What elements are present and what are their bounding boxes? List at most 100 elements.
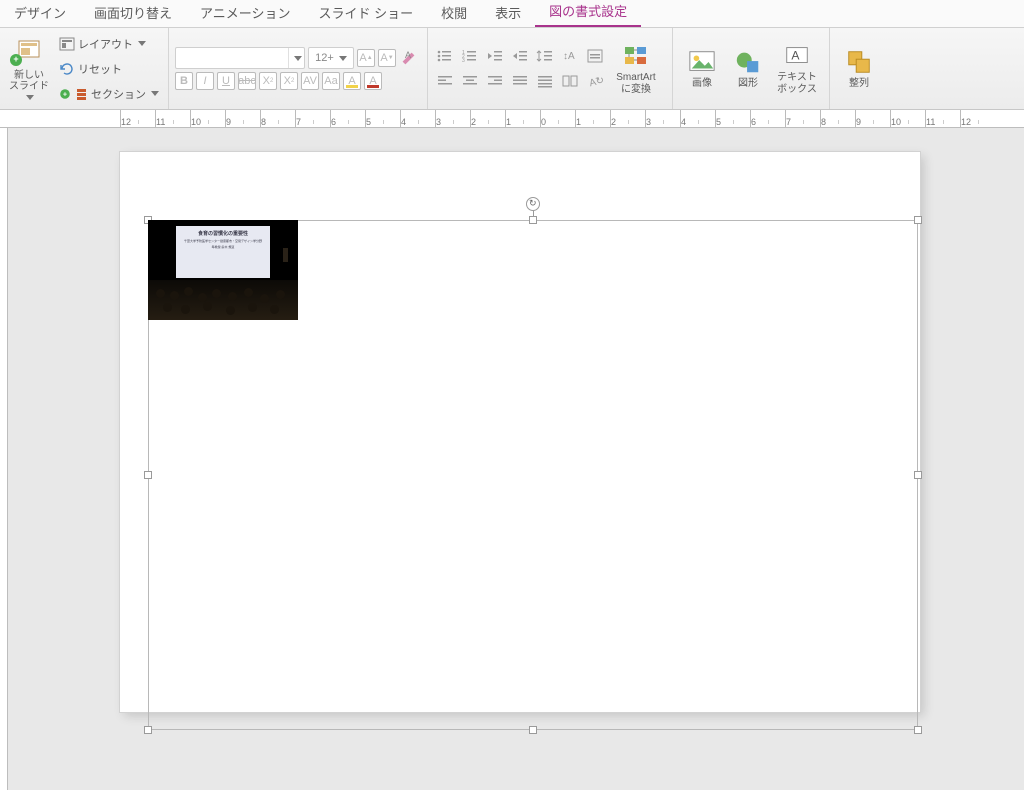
section-label: セクション [91,86,146,102]
reset-button[interactable]: リセット [56,58,162,80]
tab-slideshow[interactable]: スライド ショー [305,0,428,27]
tab-design[interactable]: デザイン [0,0,80,27]
font-size-value: 12+ [315,52,334,64]
new-slide-label: 新しい スライド [9,70,49,93]
shapes-icon [734,48,762,76]
arrange-icon [845,48,873,76]
resize-handle-ml[interactable] [144,471,152,479]
tab-animations[interactable]: アニメーション [186,0,304,27]
smartart-label: SmartArt に変換 [616,72,655,95]
chevron-down-icon [294,56,302,61]
svg-text:↕A: ↕A [563,51,575,62]
character-spacing-button[interactable]: AV [301,72,319,90]
decrease-indent-button[interactable] [484,45,506,67]
arrange-label: 整列 [849,78,869,90]
tab-view[interactable]: 表示 [481,0,535,27]
group-insert: 画像 図形 A テキスト ボックス [673,28,830,109]
new-slide-button[interactable]: + 新しい スライド [6,32,52,106]
svg-text:A: A [791,49,800,63]
ribbon: + 新しい スライド レイアウト リセット + セクション [0,28,1024,110]
text-direction-button[interactable]: ↕A [559,45,581,67]
group-paragraph: 123 ↕A A↻ SmartArt に変換 [428,28,673,109]
layout-label: レイアウト [78,36,133,52]
highlight-button[interactable]: A [343,72,361,90]
picture-audience [148,280,298,320]
group-arrange: 整列 [830,28,888,109]
group-slides: + 新しい スライド レイアウト リセット + セクション [0,28,169,109]
ribbon-tabstrip: デザイン 画面切り替え アニメーション スライド ショー 校閲 表示 図の書式設… [0,0,1024,28]
resize-handle-tr[interactable] [914,216,922,224]
bullets-button[interactable] [434,45,456,67]
align-left-button[interactable] [434,70,456,92]
picture-projected-screen: 食育の習慣化の重要性 千葉大学予防医学センター健康都市・空間デザイン学分野 準教… [176,226,270,278]
textbox-button[interactable]: A テキスト ボックス [771,32,823,106]
text-rotation-button[interactable]: A↻ [584,70,606,92]
reset-label: リセット [78,61,122,77]
tab-picture-format[interactable]: 図の書式設定 [535,0,641,27]
convert-to-smartart-button[interactable]: SmartArt に変換 [606,32,666,106]
textbox-icon: A [783,42,811,70]
underline-button[interactable]: U [217,72,235,90]
align-text-button[interactable] [584,45,606,67]
shapes-button[interactable]: 図形 [725,32,771,106]
rotation-handle[interactable] [526,197,540,211]
vertical-ruler[interactable] [0,128,8,790]
numbering-button[interactable]: 123 [459,45,481,67]
bold-button[interactable]: B [175,72,193,90]
font-size-selector[interactable]: 12+ [308,47,354,69]
change-case-button[interactable]: Aa [322,72,340,90]
subscript-button[interactable]: X2 [280,72,298,90]
superscript-button[interactable]: X2 [259,72,277,90]
picture-button[interactable]: 画像 [679,32,725,106]
svg-text:A: A [405,50,411,60]
font-selector[interactable] [175,47,305,69]
svg-text:3: 3 [462,58,465,64]
section-icon [74,87,88,101]
group-font: 12+ A▲ A▼ A B I U abc X2 X2 AV Aa A A [169,28,428,109]
slide-canvas[interactable]: 食育の習慣化の重要性 千葉大学予防医学センター健康都市・空間デザイン学分野 準教… [120,152,920,712]
picture-label: 画像 [692,78,712,90]
italic-button[interactable]: I [196,72,214,90]
reset-icon [59,62,75,76]
resize-handle-mr[interactable] [914,471,922,479]
plus-icon: + [60,89,70,99]
align-center-button[interactable] [459,70,481,92]
clear-formatting-button[interactable]: A [399,47,421,69]
inserted-picture[interactable]: 食育の習慣化の重要性 千葉大学予防医学センター健康都市・空間デザイン学分野 準教… [148,220,298,320]
chevron-down-icon [151,91,159,96]
align-right-button[interactable] [484,70,506,92]
picture-screen-title: 食育の習慣化の重要性 [198,230,248,237]
picture-icon [688,48,716,76]
resize-handle-tm[interactable] [529,216,537,224]
smartart-icon [622,42,650,70]
horizontal-ruler[interactable]: 1211109876543210123456789101112 [120,110,1024,128]
picture-speaker [283,248,288,262]
line-spacing-button[interactable] [534,45,556,67]
chevron-down-icon [138,41,146,46]
columns-button[interactable] [559,70,581,92]
ruler-corner [0,110,120,128]
arrange-button[interactable]: 整列 [836,32,882,106]
layout-button[interactable]: レイアウト [56,33,162,55]
section-button[interactable]: + セクション [56,83,162,105]
increase-font-button[interactable]: A▲ [357,49,375,67]
plus-icon: + [10,54,22,66]
resize-handle-bl[interactable] [144,726,152,734]
increase-indent-button[interactable] [509,45,531,67]
chevron-down-icon [339,56,347,61]
font-color-button[interactable]: A [364,72,382,90]
shapes-label: 図形 [738,78,758,90]
resize-handle-bm[interactable] [529,726,537,734]
decrease-font-button[interactable]: A▼ [378,49,396,67]
tab-review[interactable]: 校閲 [427,0,481,27]
resize-handle-br[interactable] [914,726,922,734]
justify-button[interactable] [509,70,531,92]
workspace: 1211109876543210123456789101112 食育の習慣化の重… [0,110,1024,790]
strikethrough-button[interactable]: abc [238,72,256,90]
svg-text:A↻: A↻ [588,75,604,89]
layout-icon [59,37,75,51]
tab-transitions[interactable]: 画面切り替え [80,0,186,27]
picture-screen-sub2: 準教授 鈴木 規道 [212,245,235,249]
distributed-button[interactable] [534,70,556,92]
chevron-down-icon [26,95,34,100]
